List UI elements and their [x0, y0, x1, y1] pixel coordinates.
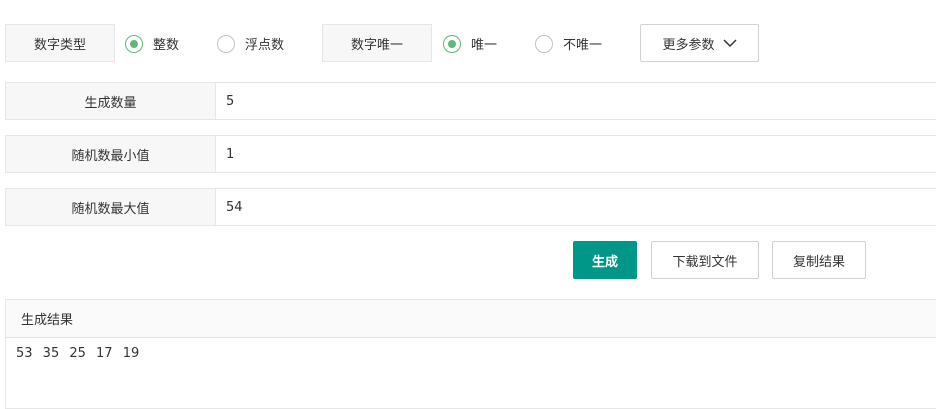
number-type-label: 数字类型	[5, 24, 115, 62]
number-unique-label: 数字唯一	[322, 24, 432, 62]
radio-unique[interactable]: 唯一	[443, 34, 497, 53]
field-max-row: 随机数最大值	[5, 188, 936, 226]
result-text[interactable]: 53 35 25 17 19	[6, 338, 936, 369]
more-params-label: 更多参数	[662, 37, 715, 53]
radio-unchecked-icon	[535, 34, 553, 53]
field-min-label: 随机数最小值	[6, 136, 216, 172]
radio-float[interactable]: 浮点数	[217, 34, 284, 53]
generate-button[interactable]: 生成	[573, 241, 637, 279]
radio-integer[interactable]: 整数	[125, 34, 179, 53]
field-count-row: 生成数量	[5, 82, 936, 120]
min-input[interactable]	[216, 136, 936, 172]
radio-checked-icon	[443, 34, 461, 53]
result-title: 生成结果	[6, 300, 936, 338]
field-max-label: 随机数最大值	[6, 189, 216, 225]
radio-unique-label: 唯一	[471, 38, 498, 53]
result-panel: 生成结果 53 35 25 17 19	[5, 299, 936, 409]
max-input[interactable]	[216, 189, 936, 225]
radio-unchecked-icon	[217, 34, 235, 53]
radio-integer-label: 整数	[153, 38, 180, 53]
radio-checked-icon	[125, 34, 143, 53]
field-min-row: 随机数最小值	[5, 135, 936, 173]
chevron-down-icon	[722, 39, 737, 48]
download-button[interactable]: 下载到文件	[651, 241, 759, 279]
radio-not-unique-label: 不唯一	[563, 38, 603, 53]
field-count-label: 生成数量	[6, 83, 216, 119]
radio-float-label: 浮点数	[245, 38, 285, 53]
copy-result-button[interactable]: 复制结果	[772, 241, 866, 279]
count-input[interactable]	[216, 83, 936, 119]
more-params-button[interactable]: 更多参数	[640, 24, 759, 62]
radio-not-unique[interactable]: 不唯一	[535, 34, 602, 53]
